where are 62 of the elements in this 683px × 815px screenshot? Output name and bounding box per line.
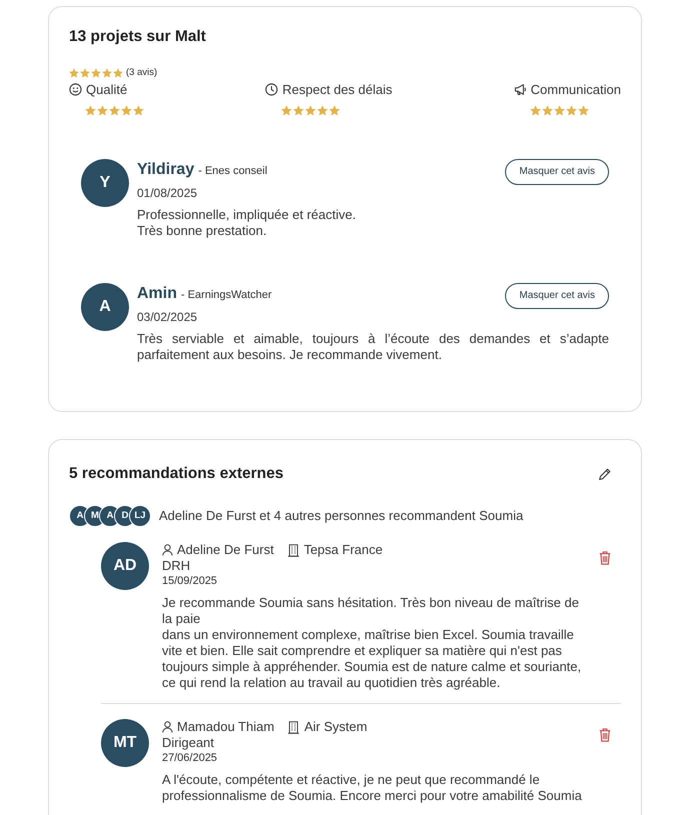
user-avatar: Y [81, 158, 129, 206]
star-icon [91, 68, 101, 78]
reviewer-company: - EarningsWatcher [181, 288, 272, 302]
star-icon [102, 68, 112, 78]
star-icon [305, 105, 316, 116]
trash-icon[interactable] [599, 728, 611, 742]
smiley-icon [69, 83, 82, 96]
edit-icon[interactable] [598, 468, 611, 480]
star-icon [566, 105, 577, 116]
user-avatar: LJ [129, 505, 151, 527]
recommendation-text: A l'écoute, compétente et réactive, je ne peut que recommandé le professionnalisme de Soumia. Encore merci pour votre amabilité Soumia [162, 772, 583, 804]
recommender-role: DRH [162, 558, 192, 574]
star-icon [97, 105, 108, 116]
star-icon [317, 105, 328, 116]
building-icon [288, 544, 299, 556]
recommender-company: Tepsa France [304, 542, 383, 558]
recommendation-summary: Adeline De Furst et 4 autres personnes recommandent Soumia [159, 508, 524, 524]
section-title: 5 recommandations externes [69, 464, 284, 484]
hide-review-button[interactable]: Masquer cet avis [505, 158, 609, 184]
review-date: 01/08/2025 [137, 184, 198, 200]
criterion-label: Respect des délais [282, 82, 392, 98]
star-icon [69, 68, 79, 78]
recommendation-text: Je recommande Soumia sans hésitation. Très bon niveau de maîtrise de la paie dans un environnement complexe, maîtrise bien Excel. Soumia travaille vite et bien. Elle sait comprendre et expliquer sa matière qui n'est pas toujours simple à appréhender. Soumia est de nature calme et souriante, ce qui rend la relation au travail au quotidien très agréable. [162, 595, 582, 691]
star-icon [329, 105, 340, 116]
recommendation-date: 27/06/2025 [162, 751, 218, 765]
megaphone-icon [514, 83, 527, 96]
recommendation-date: 15/09/2025 [162, 574, 218, 588]
review-text: Très serviable et aimable, toujours à l’écoute des demandes et s’adapte parfaitement aux besoins. Je recommande vivement. [137, 330, 609, 362]
user-avatar: A [81, 282, 129, 330]
section-title: 13 projets sur Malt [69, 27, 207, 47]
review-date: 03/02/2025 [137, 308, 198, 324]
star-icon [530, 105, 541, 116]
user-avatar: MT [101, 719, 149, 767]
person-icon [162, 544, 173, 556]
star-icon [80, 68, 90, 78]
reviewer-name: Yildiray [137, 160, 194, 180]
recommender-name: Adeline De Furst [177, 542, 274, 558]
star-icon [554, 105, 565, 116]
recommender-role: Dirigeant [162, 735, 216, 751]
criterion-label: Communication [530, 82, 621, 98]
person-icon [162, 721, 173, 733]
star-icon [293, 105, 304, 116]
recommender-company: Air System [304, 719, 368, 735]
star-icon [542, 105, 553, 116]
star-icon [133, 105, 144, 116]
star-icon [121, 105, 132, 116]
reviewer-name: Amin [137, 284, 177, 304]
review-text: Professionnelle, impliquée et réactive. Très bonne prestation. [137, 206, 357, 238]
star-icon [85, 105, 96, 116]
star-icon [113, 68, 123, 78]
reviewer-company: - Enes conseil [198, 164, 268, 178]
criterion-label: Qualité [86, 82, 128, 98]
star-icon [578, 105, 589, 116]
clock-icon [265, 83, 278, 96]
review-count: (3 avis) [126, 67, 158, 79]
star-icon [281, 105, 292, 116]
recommender-name: Mamadou Thiam [177, 719, 274, 735]
building-icon [288, 720, 300, 734]
trash-icon[interactable] [599, 551, 611, 565]
hide-review-button[interactable]: Masquer cet avis [505, 282, 609, 308]
user-avatar: AD [101, 542, 149, 590]
star-icon [109, 105, 120, 116]
